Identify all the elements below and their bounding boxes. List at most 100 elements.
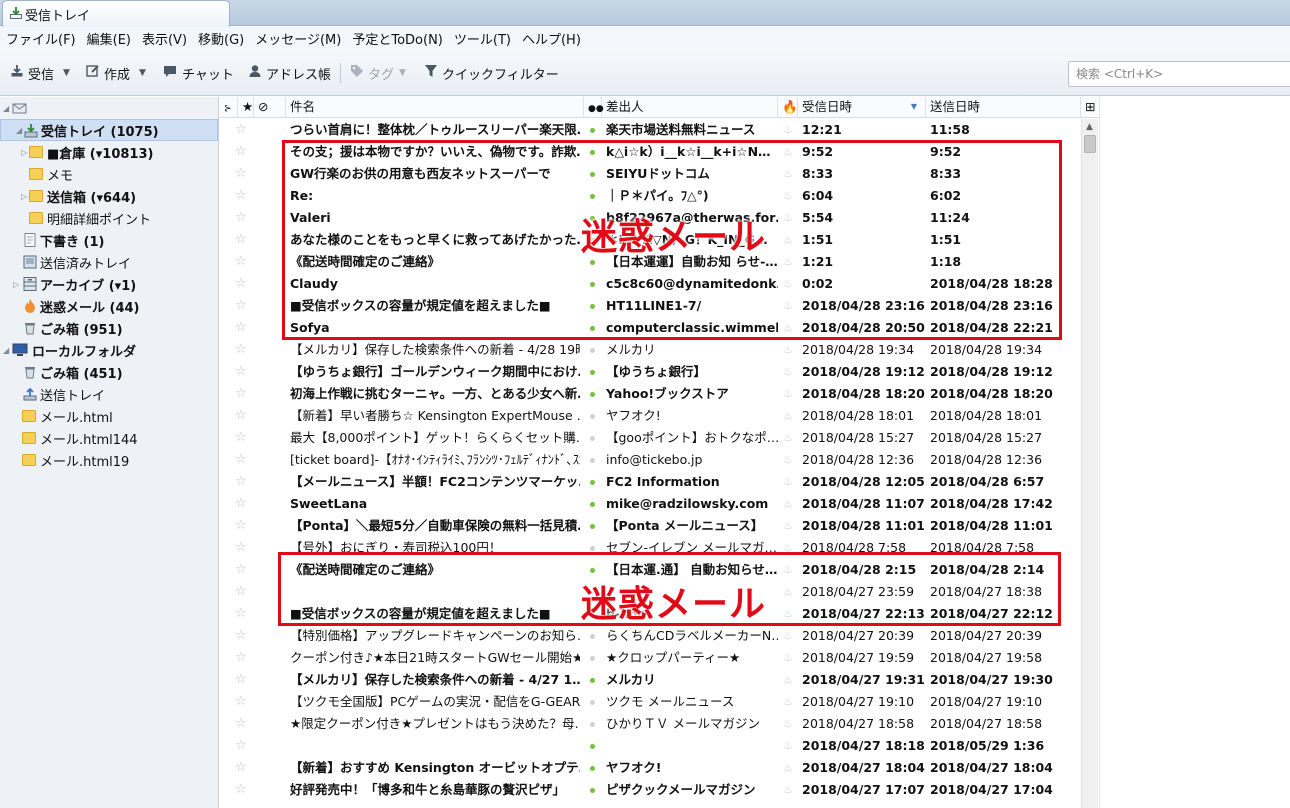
junk-status-icon[interactable]: ♨: [783, 735, 793, 757]
star-outline-icon[interactable]: ☆: [235, 427, 247, 449]
column-picker[interactable]: ⊞: [1081, 97, 1099, 118]
junk-status-icon[interactable]: ♨: [783, 449, 793, 471]
menu-go[interactable]: 移動(G): [198, 29, 244, 48]
junk-status-icon[interactable]: ♨: [783, 625, 793, 647]
star-outline-icon[interactable]: ☆: [235, 273, 247, 295]
star-outline-icon[interactable]: ☆: [235, 295, 247, 317]
star-outline-icon[interactable]: ☆: [235, 317, 247, 339]
column-subject[interactable]: 件名: [286, 97, 584, 118]
folder-memo[interactable]: メモ: [0, 163, 218, 185]
read-status-dot-icon[interactable]: [590, 348, 595, 353]
read-status-dot-icon[interactable]: [590, 634, 595, 639]
local-folder-mail-html19[interactable]: メール.html19: [0, 449, 218, 471]
star-outline-icon[interactable]: ☆: [235, 603, 247, 625]
local-folder-mail-html[interactable]: メール.html: [0, 405, 218, 427]
column-received[interactable]: 受信日時 ▼: [798, 97, 926, 118]
junk-status-icon[interactable]: ♨: [783, 669, 793, 691]
star-outline-icon[interactable]: ☆: [235, 383, 247, 405]
get-mail-button[interactable]: 受信: [10, 63, 54, 83]
junk-status-icon[interactable]: ♨: [783, 119, 793, 141]
read-status-dot-icon[interactable]: [590, 502, 595, 507]
star-outline-icon[interactable]: ☆: [235, 537, 247, 559]
read-status-dot-icon[interactable]: [590, 128, 595, 133]
read-status-dot-icon[interactable]: [590, 480, 595, 485]
scroll-up-icon[interactable]: ▲: [1086, 122, 1093, 132]
folder-sent[interactable]: 送信済みトレイ: [0, 251, 218, 273]
folder-sent-box[interactable]: ▷ 送信箱 (▾644): [0, 185, 218, 207]
column-read[interactable]: ●●: [584, 97, 604, 118]
folder-junk[interactable]: 迷惑メール (44): [0, 295, 218, 317]
column-attachment[interactable]: ⊘: [254, 97, 286, 118]
star-outline-icon[interactable]: ☆: [235, 251, 247, 273]
junk-status-icon[interactable]: ♨: [783, 515, 793, 537]
star-outline-icon[interactable]: ☆: [235, 757, 247, 779]
read-status-dot-icon[interactable]: [590, 436, 595, 441]
star-outline-icon[interactable]: ☆: [235, 163, 247, 185]
menu-edit[interactable]: 編集(E): [87, 29, 131, 48]
folder-drafts[interactable]: 下書き (1): [0, 229, 218, 251]
junk-status-icon[interactable]: ♨: [783, 427, 793, 449]
read-status-dot-icon[interactable]: [590, 546, 595, 551]
column-sent[interactable]: 送信日時: [926, 97, 1081, 118]
junk-status-icon[interactable]: ♨: [783, 493, 793, 515]
local-folder-trash[interactable]: ごみ箱 (451): [0, 361, 218, 383]
menu-message[interactable]: メッセージ(M): [255, 29, 341, 48]
star-outline-icon[interactable]: ☆: [235, 515, 247, 537]
star-outline-icon[interactable]: ☆: [235, 625, 247, 647]
junk-status-icon[interactable]: ♨: [783, 383, 793, 405]
star-outline-icon[interactable]: ☆: [235, 713, 247, 735]
read-status-dot-icon[interactable]: [590, 678, 595, 683]
column-thread[interactable]: ⊱: [220, 97, 238, 118]
chat-button[interactable]: チャット: [162, 63, 234, 83]
star-outline-icon[interactable]: ☆: [235, 779, 247, 801]
read-status-dot-icon[interactable]: [590, 788, 595, 793]
column-from[interactable]: 差出人: [602, 97, 778, 118]
star-outline-icon[interactable]: ☆: [235, 207, 247, 229]
junk-status-icon[interactable]: ♨: [783, 361, 793, 383]
search-input[interactable]: 検索 <Ctrl+K>: [1068, 61, 1290, 87]
read-status-dot-icon[interactable]: [590, 524, 595, 529]
read-status-dot-icon[interactable]: [590, 722, 595, 727]
junk-status-icon[interactable]: ♨: [783, 339, 793, 361]
tag-button[interactable]: タグ ▼: [350, 63, 406, 83]
folder-trash[interactable]: ごみ箱 (951): [0, 317, 218, 339]
star-outline-icon[interactable]: ☆: [235, 185, 247, 207]
menu-tools[interactable]: ツール(T): [454, 29, 511, 48]
write-button[interactable]: 作成: [86, 63, 130, 83]
tab-inbox[interactable]: 受信トレイ: [2, 0, 230, 27]
star-outline-icon[interactable]: ☆: [235, 229, 247, 251]
menu-help[interactable]: ヘルプ(H): [522, 29, 581, 48]
star-outline-icon[interactable]: ☆: [235, 449, 247, 471]
local-folders-row[interactable]: ◢ ローカルフォルダ: [0, 339, 218, 361]
folder-inbox[interactable]: ◢ 受信トレイ (1075): [0, 119, 218, 141]
star-outline-icon[interactable]: ☆: [235, 339, 247, 361]
account-row[interactable]: ◢: [0, 97, 218, 119]
folder-storage[interactable]: ▷ ■倉庫 (▾10813): [0, 141, 218, 163]
star-outline-icon[interactable]: ☆: [235, 493, 247, 515]
read-status-dot-icon[interactable]: [590, 744, 595, 749]
star-outline-icon[interactable]: ☆: [235, 405, 247, 427]
address-book-button[interactable]: アドレス帳: [248, 63, 331, 83]
star-outline-icon[interactable]: ☆: [235, 361, 247, 383]
read-status-dot-icon[interactable]: [590, 458, 595, 463]
column-star[interactable]: ★: [238, 97, 254, 118]
local-folder-mail-html144[interactable]: メール.html144: [0, 427, 218, 449]
menu-file[interactable]: ファイル(F): [6, 29, 76, 48]
read-status-dot-icon[interactable]: [590, 700, 595, 705]
thread-scrollbar[interactable]: ▲: [1081, 119, 1098, 808]
read-status-dot-icon[interactable]: [590, 656, 595, 661]
star-outline-icon[interactable]: ☆: [235, 471, 247, 493]
star-outline-icon[interactable]: ☆: [235, 669, 247, 691]
read-status-dot-icon[interactable]: [590, 766, 595, 771]
scroll-thumb[interactable]: [1084, 135, 1096, 153]
write-dropdown[interactable]: ▼: [139, 63, 146, 83]
local-folder-outbox[interactable]: 送信トレイ: [0, 383, 218, 405]
junk-status-icon[interactable]: ♨: [783, 691, 793, 713]
quick-filter-button[interactable]: クイックフィルター: [424, 63, 559, 83]
star-outline-icon[interactable]: ☆: [235, 691, 247, 713]
junk-status-icon[interactable]: ♨: [783, 405, 793, 427]
junk-status-icon[interactable]: ♨: [783, 713, 793, 735]
folder-archive[interactable]: ▷ アーカイブ (▾1): [0, 273, 218, 295]
junk-status-icon[interactable]: ♨: [783, 647, 793, 669]
menu-events-tasks[interactable]: 予定とToDo(N): [352, 29, 443, 48]
